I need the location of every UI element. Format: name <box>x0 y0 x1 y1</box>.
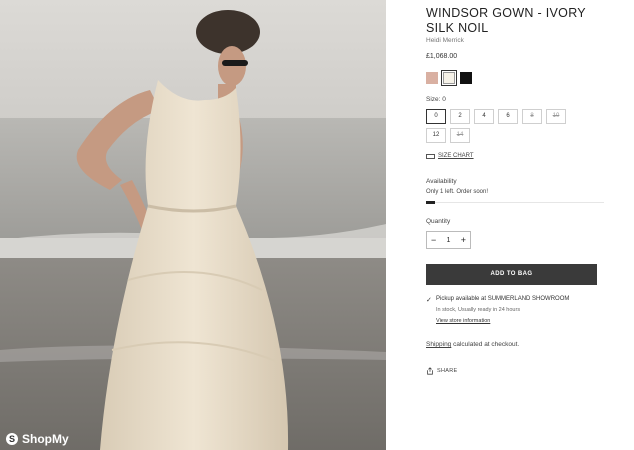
size-option[interactable]: 6 <box>498 109 518 124</box>
size-option[interactable]: 14 <box>450 128 470 143</box>
product-info-panel: WINDSOR GOWN - IVORY SILK NOIL Heidi Mer… <box>426 0 616 450</box>
product-designer[interactable]: Heidi Merrick <box>426 37 464 44</box>
share-icon <box>427 367 433 375</box>
size-option[interactable]: 0 <box>426 109 446 124</box>
shipping-note: Shipping calculated at checkout. <box>426 341 519 348</box>
size-option[interactable]: 4 <box>474 109 494 124</box>
quantity-decrease-button[interactable]: − <box>431 235 436 245</box>
size-chart-label: SIZE CHART <box>438 153 474 159</box>
size-option[interactable]: 8 <box>522 109 542 124</box>
size-option[interactable]: 10 <box>546 109 566 124</box>
pickup-location-text: Pickup available at SUMMERLAND SHOWROOM <box>436 296 570 302</box>
color-swatches <box>426 70 472 86</box>
quantity-stepper: − 1 + <box>426 231 471 249</box>
stock-level-fill <box>426 201 435 204</box>
quantity-value[interactable]: 1 <box>447 237 451 244</box>
view-store-information-link[interactable]: View store information <box>436 318 490 324</box>
size-chart-link[interactable]: SIZE CHART <box>426 153 474 159</box>
quantity-label: Quantity <box>426 218 451 225</box>
availability-label: Availability <box>426 178 457 185</box>
pickup-stock-text: In stock, Usually ready in 24 hours <box>436 307 521 313</box>
shipping-note-text: calculated at checkout. <box>451 341 520 348</box>
product-title: WINDSOR GOWN - IVORY SILK NOIL <box>426 6 586 35</box>
quantity-increase-button[interactable]: + <box>461 235 466 245</box>
shipping-link[interactable]: Shipping <box>426 341 451 348</box>
size-option[interactable]: 12 <box>426 128 446 143</box>
stock-level-bar <box>426 201 604 204</box>
size-options: 0 2 4 6 8 10 12 14 <box>426 109 576 143</box>
check-icon: ✓ <box>426 297 432 304</box>
color-swatch-black[interactable] <box>460 72 472 84</box>
shopmy-logo-icon: S <box>6 433 18 445</box>
add-to-bag-button[interactable]: ADD TO BAG <box>426 264 597 285</box>
shopmy-watermark-text: ShopMy <box>22 432 69 446</box>
color-swatch-ivory[interactable] <box>441 70 457 86</box>
shopmy-watermark: S ShopMy <box>6 432 69 446</box>
size-option[interactable]: 2 <box>450 109 470 124</box>
share-button[interactable]: SHARE <box>426 367 457 375</box>
product-price: £1,068.00 <box>426 53 458 60</box>
ruler-icon <box>426 153 435 159</box>
product-photo-illustration <box>0 0 386 450</box>
color-swatch-blush[interactable] <box>426 72 438 84</box>
size-label: Size: 0 <box>426 96 446 103</box>
product-photo[interactable]: S ShopMy <box>0 0 386 450</box>
availability-text: Only 1 left. Order soon! <box>426 189 489 195</box>
share-label: SHARE <box>437 368 458 374</box>
product-page: S ShopMy WINDSOR GOWN - IVORY SILK NOIL … <box>0 0 634 450</box>
